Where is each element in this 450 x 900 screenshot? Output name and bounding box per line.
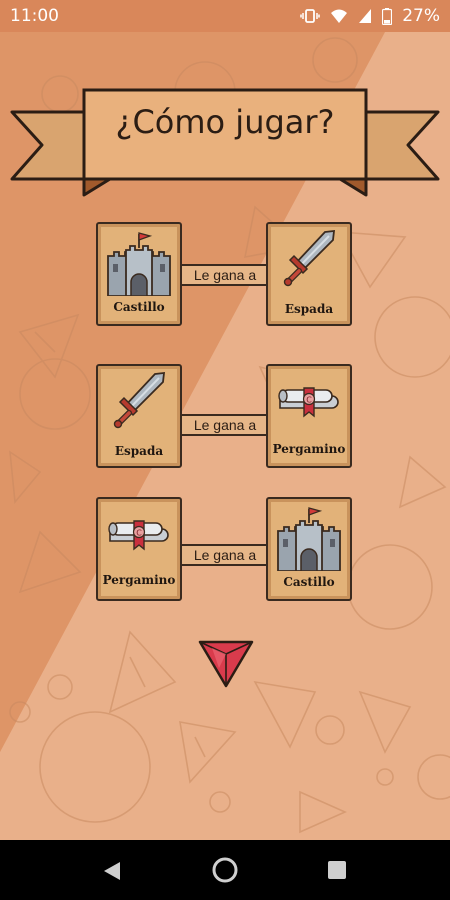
home-icon[interactable] xyxy=(211,856,239,884)
card-pergamino: Pergamino xyxy=(96,497,182,601)
card-label: Pergamino xyxy=(272,442,346,456)
card-label: Espada xyxy=(114,444,164,458)
screen: 11:00 27% ¿Cómo jugar? Castillo Le gana … xyxy=(0,0,450,900)
battery-percent: 27% xyxy=(402,6,440,26)
relation-label: Le gana a xyxy=(182,414,268,436)
page-title: ¿Cómo jugar? xyxy=(115,103,335,141)
card-espada: Espada xyxy=(96,364,182,468)
navigation-bar xyxy=(0,840,450,900)
card-castillo: Castillo xyxy=(266,497,352,601)
status-time: 11:00 xyxy=(10,6,59,26)
back-icon[interactable] xyxy=(102,860,122,882)
relation-label: Le gana a xyxy=(182,264,268,286)
card-espada: Espada xyxy=(266,222,352,326)
sword-icon xyxy=(268,224,350,296)
card-label: Pergamino xyxy=(102,573,176,587)
card-castillo: Castillo xyxy=(96,222,182,326)
how-to-play-screen: ¿Cómo jugar? Castillo Le gana a Espada E… xyxy=(0,32,450,840)
card-label: Castillo xyxy=(113,300,165,314)
battery-icon xyxy=(382,7,393,25)
card-label: Castillo xyxy=(283,575,335,589)
castle-icon xyxy=(98,224,180,296)
castle-icon xyxy=(268,499,350,571)
signal-icon xyxy=(359,9,372,23)
gem-continue-button[interactable] xyxy=(197,638,255,690)
sword-icon xyxy=(98,366,180,438)
scroll-icon xyxy=(98,499,180,571)
card-pergamino: Pergamino xyxy=(266,364,352,468)
status-bar: 11:00 27% xyxy=(0,0,450,32)
relation-label: Le gana a xyxy=(182,544,268,566)
card-label: Espada xyxy=(284,302,334,316)
status-icons: 27% xyxy=(300,6,440,26)
wifi-icon xyxy=(331,9,348,23)
scroll-icon xyxy=(268,366,350,438)
vibrate-icon xyxy=(300,9,320,23)
recents-icon[interactable] xyxy=(327,860,347,880)
